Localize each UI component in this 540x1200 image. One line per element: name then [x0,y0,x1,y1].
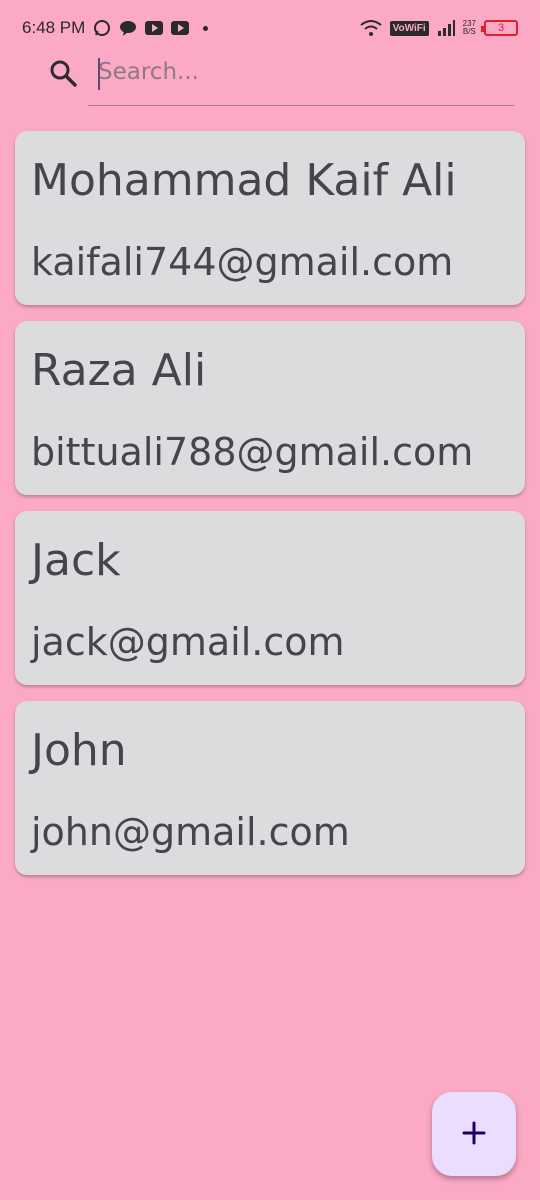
contact-email: jack@gmail.com [31,620,345,664]
contact-card[interactable]: Raza Ali bittuali788@gmail.com [15,321,525,495]
youtube-icon [171,21,190,35]
status-right: VoWiFi 237 B/S 3 [359,19,518,37]
contact-name: John [31,725,127,776]
contact-email: john@gmail.com [31,810,350,854]
plus-icon [461,1120,487,1149]
signal-icon [437,20,455,36]
vowifi-badge: VoWiFi [389,20,429,36]
contact-card[interactable]: John john@gmail.com [15,701,525,875]
chat-icon [119,19,137,37]
wifi-icon [359,19,382,37]
add-contact-button[interactable] [432,1092,516,1176]
contact-list: Mohammad Kaif Ali kaifali744@gmail.com R… [15,131,525,891]
search-bar [0,50,540,108]
contact-card[interactable]: Jack jack@gmail.com [15,511,525,685]
clock: 6:48 PM [22,18,86,37]
contact-name: Jack [31,535,121,586]
network-speed-unit: B/S [462,27,476,36]
more-notifications-dot-icon [203,25,209,31]
contact-email: kaifali744@gmail.com [31,240,454,284]
search-input[interactable] [88,50,514,106]
text-cursor [98,58,100,90]
contact-name: Raza Ali [31,345,207,396]
status-left: 6:48 PM [22,18,209,38]
whatsapp-icon [93,19,111,37]
search-icon [48,58,78,88]
contact-card[interactable]: Mohammad Kaif Ali kaifali744@gmail.com [15,131,525,305]
youtube-icon [145,21,164,35]
battery-indicator: 3 [481,20,518,36]
status-bar: 6:48 PM VoWiFi 237 B/S 3 [0,0,540,56]
contact-email: bittuali788@gmail.com [31,430,474,474]
contact-name: Mohammad Kaif Ali [31,155,457,206]
network-speed: 237 B/S [463,20,476,36]
